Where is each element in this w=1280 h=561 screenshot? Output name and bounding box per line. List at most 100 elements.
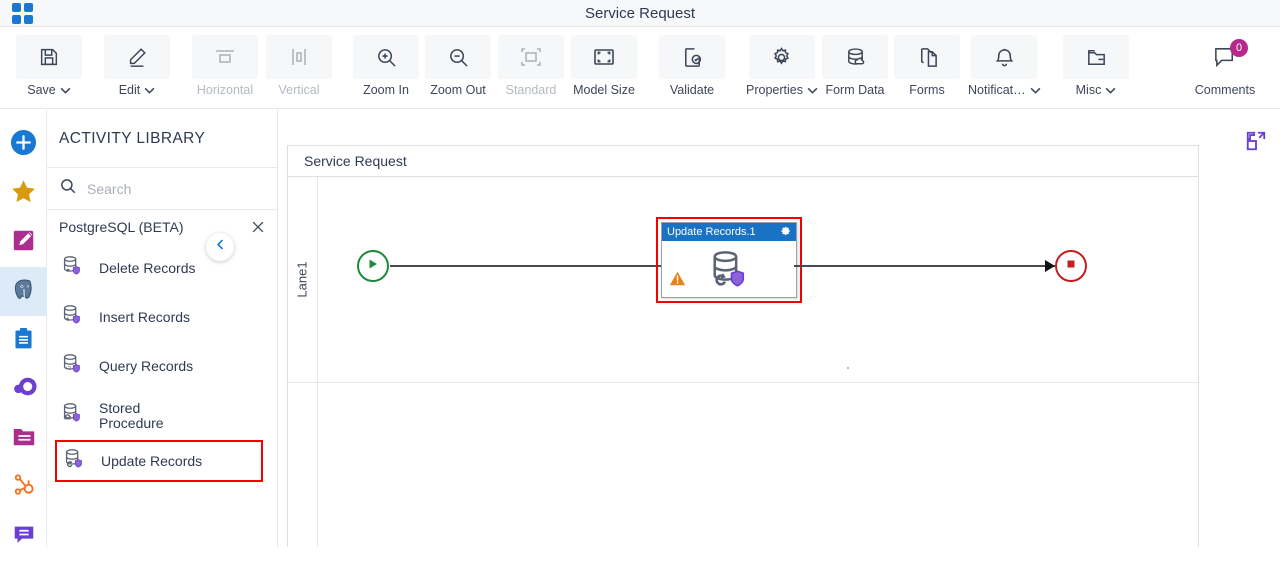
floppy-disk-icon: [16, 35, 82, 79]
comments-badge-count: 0: [1235, 42, 1243, 54]
warning-triangle-icon[interactable]: [669, 270, 686, 292]
flow-arrowhead: [1045, 260, 1055, 272]
lane-body[interactable]: [318, 383, 1198, 547]
library-item-insert-records[interactable]: Insert Records: [47, 293, 277, 342]
db-stored-proc-icon: [59, 400, 85, 431]
task-body: [662, 241, 796, 298]
library-group-postgresql: PostgreSQL (BETA): [47, 210, 277, 244]
toolbar-button-zoom-out[interactable]: Zoom Out: [425, 35, 491, 103]
task-selection-highlight[interactable]: Update Records.1: [656, 217, 802, 303]
library-item-label: Query Records: [99, 358, 194, 374]
rail-item-hubspot[interactable]: [0, 463, 47, 512]
documents-icon: [894, 35, 960, 79]
edit-square-icon: [11, 227, 37, 258]
title-bar: Service Request: [0, 0, 1280, 27]
toolbar-button-vertical[interactable]: Vertical: [266, 35, 332, 103]
vertical-align-icon: [266, 35, 332, 79]
chevron-down-icon: [144, 87, 155, 94]
sequence-flow-2[interactable]: [794, 265, 1055, 267]
toolbar-button-form-data[interactable]: Form Data: [822, 35, 888, 103]
toolbar-button-save[interactable]: Save: [16, 35, 82, 103]
expand-fullscreen-icon[interactable]: [1244, 129, 1268, 153]
db-insert-icon: [59, 302, 85, 333]
stop-square-icon: [1065, 257, 1077, 275]
library-item-update-records[interactable]: Update Records: [55, 440, 263, 482]
toolbar-button-validate[interactable]: Validate: [659, 35, 725, 103]
star-icon: [10, 178, 37, 210]
icon-rail: [0, 110, 47, 547]
process-canvas[interactable]: Service Request Lane1 Update Records.1: [278, 110, 1280, 547]
folder-icon: [11, 423, 37, 454]
end-event[interactable]: [1055, 250, 1087, 282]
lane-1[interactable]: Lane1 Update Records.1: [288, 177, 1198, 383]
library-item-stored-procedure[interactable]: Stored Procedure: [47, 391, 277, 440]
toolbar-button-standard[interactable]: Standard: [498, 35, 564, 103]
search-input[interactable]: [87, 180, 268, 197]
rail-item-custom[interactable]: [0, 218, 47, 267]
toolbar-button-comments[interactable]: 0 Comments: [1192, 35, 1258, 103]
chevron-left-icon: [214, 238, 227, 256]
asana-icon: [11, 374, 37, 405]
start-event[interactable]: [357, 250, 389, 282]
sequence-flow-1[interactable]: [390, 265, 662, 267]
library-item-query-records[interactable]: +? Query Records: [47, 342, 277, 391]
library-item-delete-records[interactable]: Delete Records: [47, 244, 277, 293]
toolbar-label: Notificat…: [968, 83, 1026, 97]
chevron-down-icon: [1030, 87, 1041, 94]
toolbar-button-edit[interactable]: Edit: [104, 35, 170, 103]
lane-label: Lane1: [288, 177, 318, 382]
toolbar-button-model-size[interactable]: Model Size: [571, 35, 637, 103]
activity-library-title: ACTIVITY LIBRARY: [47, 110, 277, 168]
chevron-down-icon: [1105, 87, 1116, 94]
lane-2[interactable]: [288, 383, 1198, 547]
canvas-dot-marker: [847, 367, 849, 369]
play-triangle-icon: [367, 257, 379, 275]
rail-item-chat[interactable]: [0, 512, 47, 561]
toolbar-button-properties[interactable]: Properties: [746, 35, 818, 103]
pool-service-request[interactable]: Service Request Lane1 Update Records.1: [287, 145, 1199, 547]
toolbar-button-notifications[interactable]: Notificat…: [968, 35, 1041, 103]
chat-icon: [11, 521, 37, 552]
collapse-panel-button[interactable]: [206, 233, 234, 261]
toolbar-label: Model Size: [573, 83, 635, 97]
rail-item-tasks[interactable]: [0, 316, 47, 365]
toolbar-label: Misc: [1075, 83, 1102, 97]
task-update-records[interactable]: Update Records.1: [661, 222, 797, 298]
zoom-out-icon: [425, 35, 491, 79]
chevron-down-icon: [807, 87, 818, 94]
rail-item-asana[interactable]: [0, 365, 47, 414]
toolbar-label: Comments: [1194, 83, 1256, 97]
rail-item-favorites[interactable]: [0, 169, 47, 218]
toolbar-label: Vertical: [278, 83, 320, 97]
rail-item-postgresql[interactable]: [0, 267, 47, 316]
library-item-label: Update Records: [101, 452, 203, 469]
lane-body[interactable]: Update Records.1: [318, 177, 1198, 382]
rail-item-add[interactable]: [0, 120, 47, 169]
standard-size-icon: [498, 35, 564, 79]
db-update-icon: [61, 446, 87, 477]
postgresql-icon: [10, 276, 37, 308]
toolbar-button-horizontal[interactable]: Horizontal: [192, 35, 258, 103]
toolbar-label: Form Data: [825, 83, 885, 97]
toolbar-label: Zoom In: [363, 83, 409, 97]
toolbar-button-misc[interactable]: Misc: [1063, 35, 1129, 103]
svg-text:+?: +?: [65, 366, 71, 372]
chevron-down-icon: [60, 87, 71, 94]
search-row[interactable]: [47, 168, 277, 210]
library-item-label: Delete Records: [99, 260, 196, 276]
toolbar-label: Validate: [669, 83, 715, 97]
toolbar-label: Standard: [505, 83, 557, 97]
close-icon[interactable]: [251, 220, 265, 234]
toolbar-button-zoom-in[interactable]: Zoom In: [353, 35, 419, 103]
toolbar-label: Horizontal: [196, 83, 254, 97]
pool-title: Service Request: [288, 146, 1198, 177]
toolbar-label: Save: [27, 83, 56, 97]
toolbar-button-forms[interactable]: Forms: [894, 35, 960, 103]
model-size-icon: [571, 35, 637, 79]
toolbar-label: Zoom Out: [430, 83, 486, 97]
rail-item-folders[interactable]: [0, 414, 47, 463]
library-item-label: Stored Procedure: [99, 400, 179, 431]
gear-icon[interactable]: [780, 223, 791, 241]
task-header: Update Records.1: [662, 223, 796, 241]
validate-doc-icon: [659, 35, 725, 79]
